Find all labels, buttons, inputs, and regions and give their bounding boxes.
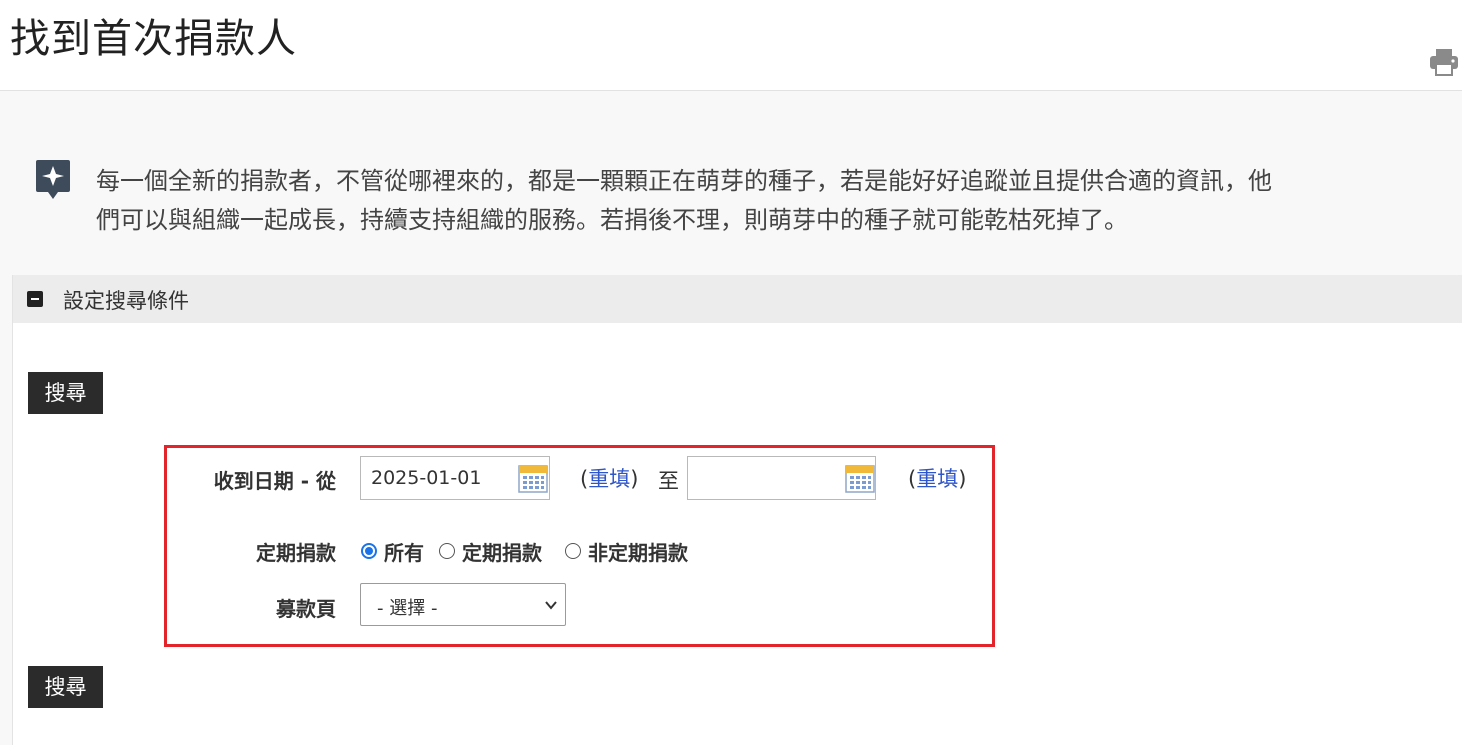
top-bar: 找到首次捐款人 — [0, 0, 1462, 91]
campaign-page-select[interactable]: - 選擇 - — [360, 583, 566, 626]
received-date-label: 收到日期 - 從 — [213, 469, 336, 493]
search-button-top[interactable]: 搜尋 — [28, 372, 103, 414]
radio-non-recurring[interactable] — [565, 543, 581, 559]
date-to-label: 至 — [658, 469, 679, 493]
paren-open: ( — [908, 467, 917, 491]
collapse-icon[interactable] — [27, 291, 43, 307]
radio-non-recurring-label[interactable]: 非定期捐款 — [588, 537, 688, 566]
radio-all[interactable] — [361, 543, 377, 559]
date-to-field[interactable] — [687, 456, 876, 500]
campaign-page-selected: - 選擇 - — [377, 598, 438, 619]
sparkle-icon — [34, 158, 72, 202]
radio-all-label[interactable]: 所有 — [384, 537, 424, 566]
date-from-reset-group: (重填) — [580, 463, 638, 493]
radio-recurring-label[interactable]: 定期捐款 — [462, 537, 542, 566]
calendar-icon[interactable] — [518, 463, 548, 493]
date-from-field[interactable] — [360, 456, 550, 500]
intro-line-2: 們可以與組織一起成長，持續支持組織的服務。若捐後不理，則萌芽中的種子就可能乾枯死… — [96, 206, 1128, 234]
intro-description: 每一個全新的捐款者，不管從哪裡來的，都是一顆顆正在萌芽的種子，若是能好好追蹤並且… — [96, 162, 1446, 240]
campaign-page-label: 募款頁 — [276, 597, 336, 621]
date-from-reset-link[interactable]: 重填 — [588, 467, 630, 491]
search-panel-header[interactable]: 設定搜尋條件 — [13, 275, 1462, 323]
date-to-reset-link[interactable]: 重填 — [916, 467, 958, 491]
radio-recurring[interactable] — [439, 543, 455, 559]
chevron-down-icon — [544, 597, 558, 611]
calendar-icon[interactable] — [845, 463, 875, 493]
recurring-label: 定期捐款 — [256, 541, 336, 565]
page-title: 找到首次捐款人 — [10, 16, 297, 62]
date-to-input[interactable] — [688, 457, 858, 499]
date-from-input[interactable] — [361, 457, 531, 499]
print-icon[interactable] — [1428, 46, 1460, 78]
intro-line-1: 每一個全新的捐款者，不管從哪裡來的，都是一顆顆正在萌芽的種子，若是能好好追蹤並且… — [96, 167, 1272, 195]
paren-open: ( — [580, 467, 589, 491]
date-to-reset-group: (重填) — [908, 463, 966, 493]
search-panel-title: 設定搜尋條件 — [63, 289, 189, 313]
paren-close: ) — [958, 467, 967, 491]
paren-close: ) — [630, 467, 639, 491]
search-button-bottom[interactable]: 搜尋 — [28, 666, 103, 708]
